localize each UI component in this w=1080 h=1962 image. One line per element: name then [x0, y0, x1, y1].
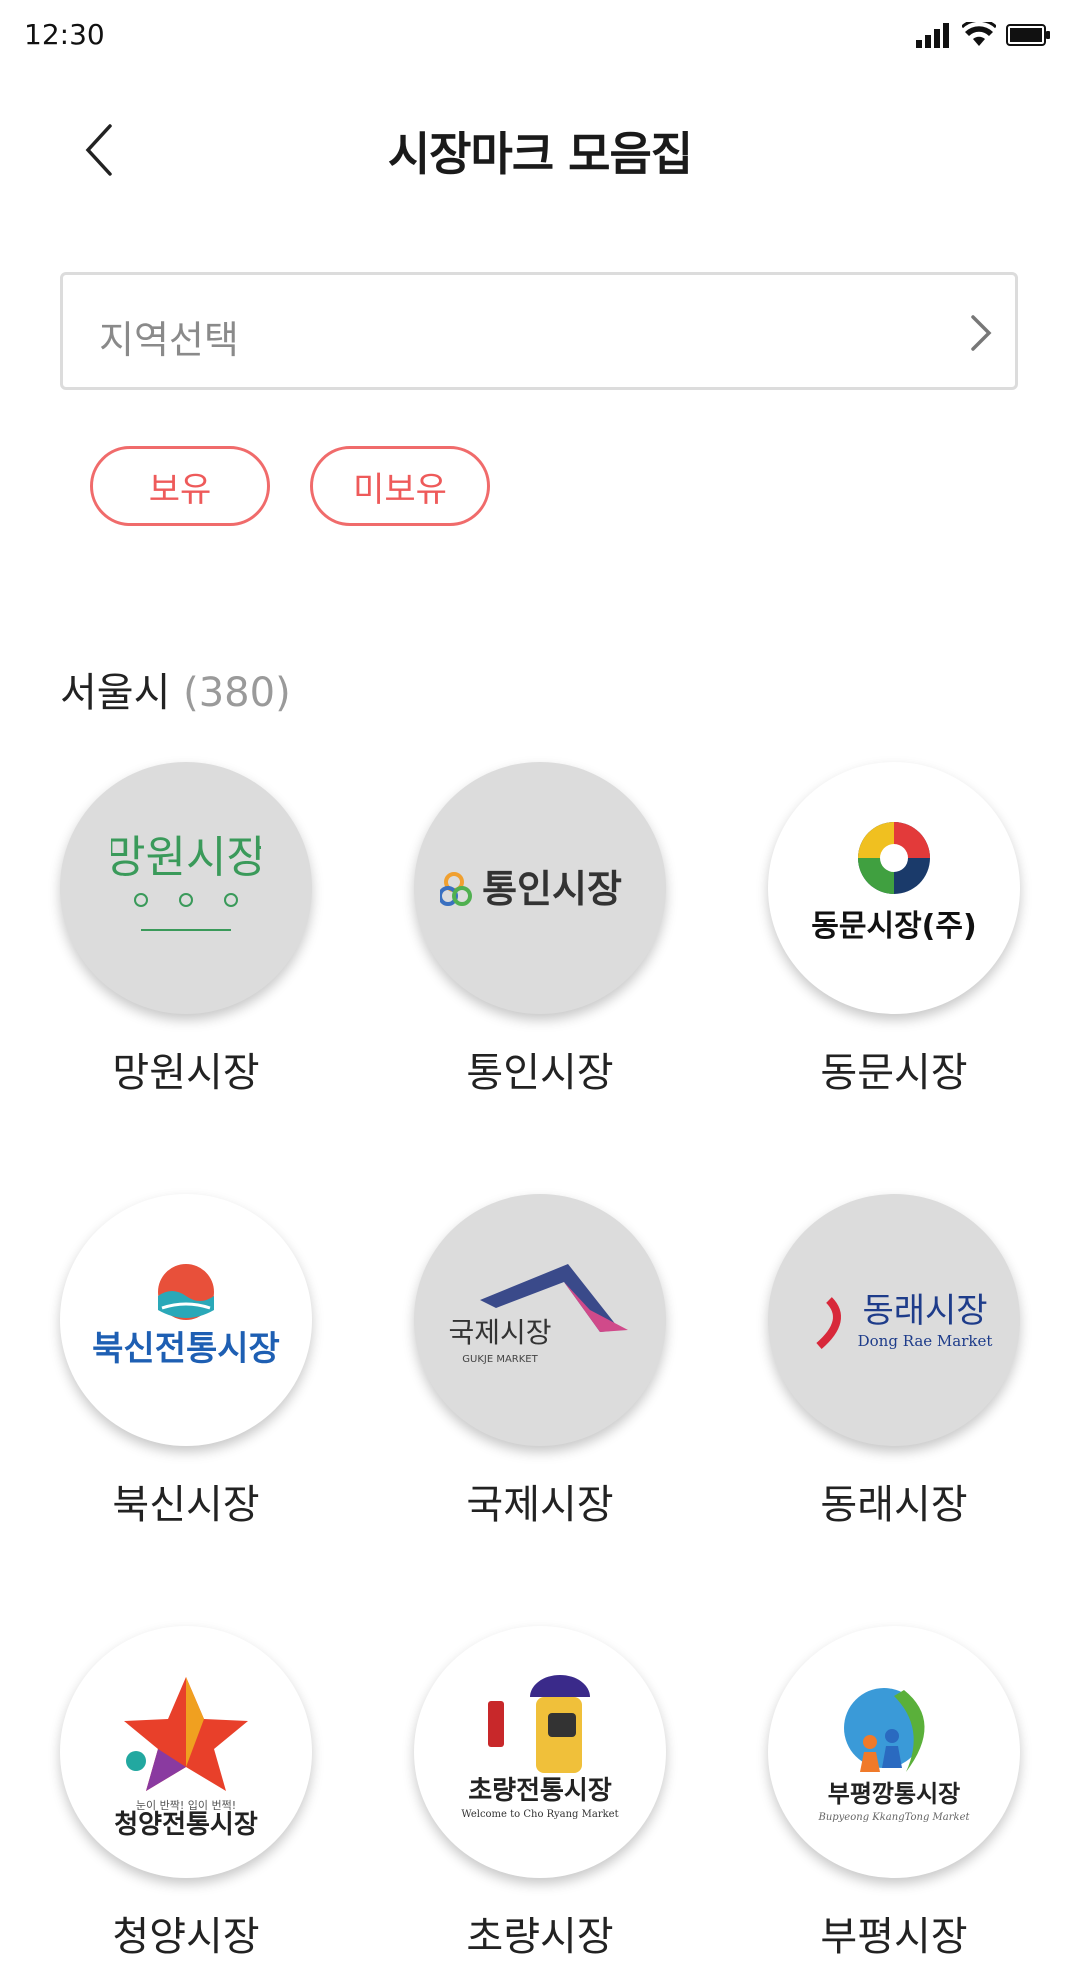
svg-text:북신전통시장: 북신전통시장 [92, 1329, 280, 1369]
market-name: 북신시장 [112, 1482, 260, 1528]
filter-row: 보유 미보유 [90, 446, 490, 526]
svg-text:청양전통시장: 청양전통시장 [114, 1810, 258, 1837]
bupyeong-logo-icon: 부평깡통시장 Bupyeong KkangTong Market [817, 1688, 971, 1823]
market-name: 청양시장 [112, 1914, 260, 1960]
mangwon-logo-icon: 망원시장 [111, 832, 261, 931]
market-logo: 북신전통시장 [60, 1194, 312, 1446]
signal-icon [916, 23, 949, 48]
market-logo: 망원시장 [60, 762, 312, 1014]
status-icons [916, 22, 1052, 48]
market-item-mangwon[interactable]: 망원시장 망원시장 [36, 762, 336, 1098]
market-name: 통인시장 [466, 1050, 614, 1096]
market-name: 국제시장 [466, 1482, 614, 1528]
svg-text:통인시장: 통인시장 [482, 867, 622, 911]
svg-text:Dong Rae Market: Dong Rae Market [858, 1332, 993, 1350]
section-count: (380) [183, 670, 291, 716]
market-item-gukje[interactable]: 국제시장 GUKJE MARKET 국제시장 [390, 1194, 690, 1530]
dongmun-logo-icon: 동문시장(주) [811, 822, 977, 944]
market-item-cheongyang[interactable]: 눈이 반짝! 입이 번쩍! 청양전통시장 청양시장 [36, 1626, 336, 1962]
svg-text:Welcome to Cho Ryang Market: Welcome to Cho Ryang Market [461, 1809, 618, 1820]
market-logo: 초량전통시장 Welcome to Cho Ryang Market [414, 1626, 666, 1878]
market-name: 동래시장 [820, 1482, 968, 1528]
filter-owned-button[interactable]: 보유 [90, 446, 270, 526]
region-select[interactable]: 지역선택 [60, 272, 1018, 390]
cheongyang-logo-icon: 눈이 반짝! 입이 번쩍! 청양전통시장 [114, 1677, 258, 1837]
svg-text:부평깡통시장: 부평깡통시장 [828, 1780, 960, 1808]
filter-not-owned-button[interactable]: 미보유 [310, 446, 490, 526]
market-item-buksin[interactable]: 북신전통시장 북신시장 [36, 1194, 336, 1530]
svg-text:Bupyeong KkangTong Market: Bupyeong KkangTong Market [817, 1812, 970, 1823]
header: 시장마크 모음집 [0, 90, 1080, 210]
market-name: 부평시장 [820, 1914, 968, 1960]
market-logo: 국제시장 GUKJE MARKET [414, 1194, 666, 1446]
status-time: 12:30 [24, 18, 105, 51]
market-logo: 동문시장(주) [768, 762, 1020, 1014]
status-bar: 12:30 [0, 0, 1080, 72]
market-logo: 동래시장 Dong Rae Market [768, 1194, 1020, 1446]
chevron-right-icon [971, 315, 992, 351]
svg-text:국제시장: 국제시장 [448, 1316, 551, 1349]
battery-icon [1006, 24, 1050, 46]
dongrae-logo-icon: 동래시장 Dong Rae Market [798, 1290, 993, 1353]
tongin-logo-icon: 통인시장 [440, 867, 622, 911]
market-item-bupyeong[interactable]: 부평깡통시장 Bupyeong KkangTong Market 부평시장 [744, 1626, 1044, 1962]
market-logo: 눈이 반짝! 입이 번쩍! 청양전통시장 [60, 1626, 312, 1878]
section-region: 서울시 [60, 670, 171, 716]
market-logo: 통인시장 [414, 762, 666, 1014]
page-title: 시장마크 모음집 [387, 127, 693, 181]
market-item-dongrae[interactable]: 동래시장 Dong Rae Market 동래시장 [744, 1194, 1044, 1530]
market-item-choryang[interactable]: 초량전통시장 Welcome to Cho Ryang Market 초량시장 [390, 1626, 690, 1962]
wifi-icon [962, 22, 996, 46]
svg-text:동문시장(주): 동문시장(주) [811, 909, 976, 944]
buksin-logo-icon: 북신전통시장 [92, 1264, 280, 1369]
market-name: 망원시장 [112, 1050, 260, 1096]
svg-text:망원시장: 망원시장 [111, 832, 261, 883]
section-title: 서울시 (380) [60, 660, 291, 718]
svg-text:초량전통시장: 초량전통시장 [468, 1776, 612, 1806]
region-placeholder: 지역선택 [99, 318, 239, 362]
market-logo: 부평깡통시장 Bupyeong KkangTong Market [768, 1626, 1020, 1878]
market-item-tongin[interactable]: 통인시장 통인시장 [390, 762, 690, 1098]
choryang-logo-icon: 초량전통시장 Welcome to Cho Ryang Market [461, 1675, 619, 1820]
market-name: 동문시장 [820, 1050, 968, 1096]
svg-text:GUKJE MARKET: GUKJE MARKET [462, 1354, 538, 1365]
gukje-logo-icon: 국제시장 GUKJE MARKET [448, 1264, 628, 1365]
market-item-dongmun[interactable]: 동문시장(주) 동문시장 [744, 762, 1044, 1098]
market-name: 초량시장 [466, 1914, 614, 1960]
svg-text:동래시장: 동래시장 [862, 1291, 987, 1331]
